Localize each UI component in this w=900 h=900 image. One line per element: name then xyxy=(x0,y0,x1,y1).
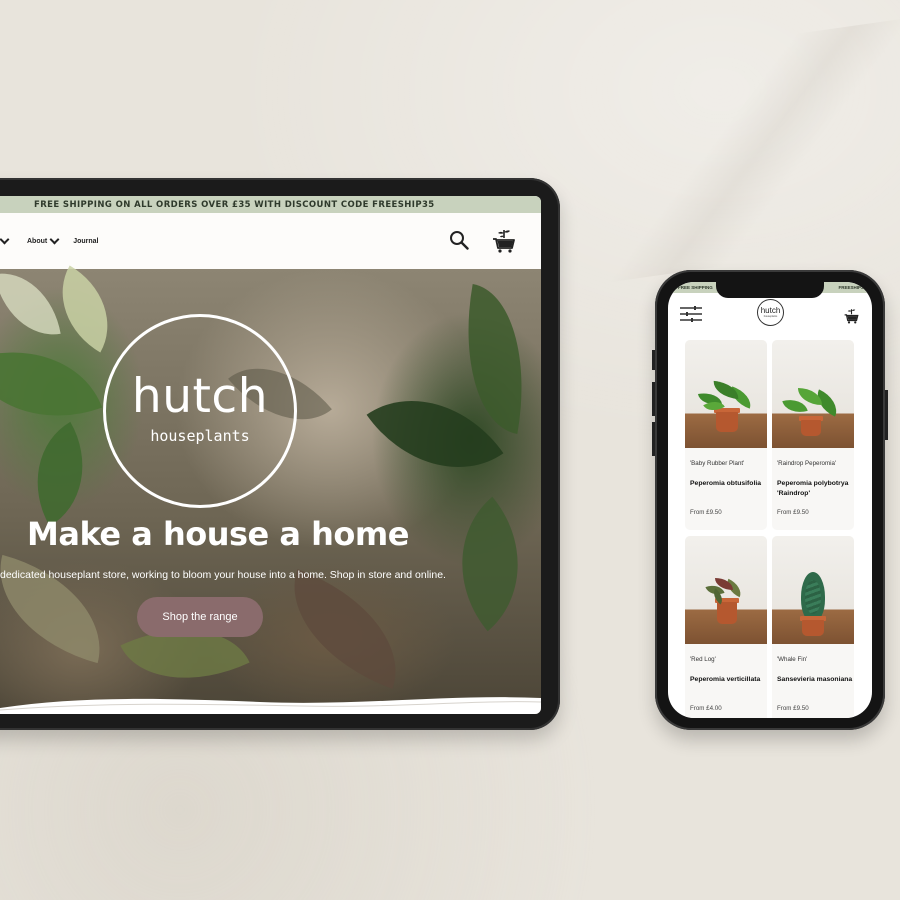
shipping-banner: FREE SHIPPING ON ALL ORDERS OVER £35 WIT… xyxy=(0,196,541,213)
foliage-decoration xyxy=(448,283,541,435)
phone-logo-subtitle: houseplants xyxy=(763,315,778,318)
product-photo xyxy=(772,340,854,448)
product-price: From £9.50 xyxy=(777,509,809,516)
nav-item-about-label: About xyxy=(27,237,48,245)
product-common-name: 'Whale Fin' xyxy=(777,656,808,663)
hero-tagline: dedicated houseplant store, working to b… xyxy=(0,569,446,581)
hero-banner: hutch houseplants Make a house a home de… xyxy=(0,264,541,714)
product-common-name: 'Baby Rubber Plant' xyxy=(690,460,745,467)
foliage-decoration xyxy=(9,421,111,527)
product-latin-name[interactable]: Peperomia obtusifolia xyxy=(690,479,766,489)
phone-header: hutch houseplants xyxy=(668,293,872,341)
product-card[interactable]: 'Raindrop Peperomia' Peperomia polybotry… xyxy=(772,340,854,530)
phone-hutch-logo[interactable]: hutch houseplants xyxy=(757,299,784,326)
hutch-logo-subtitle: houseplants xyxy=(150,427,250,445)
product-card[interactable]: 'Red Log' Peperomia verticillata From £4… xyxy=(685,536,767,718)
foliage-decoration xyxy=(270,569,420,689)
phone-banner-left: FREE SHIPPING xyxy=(678,285,713,290)
product-common-name: 'Raindrop Peperomia' xyxy=(777,460,837,467)
phone-side-button xyxy=(885,390,888,440)
phone-device: FREE SHIPPING FREESHIP35 hutch houseplan… xyxy=(652,270,888,730)
product-latin-name[interactable]: Peperomia polybotrya 'Raindrop' xyxy=(777,479,853,498)
plant-cart-icon[interactable] xyxy=(492,227,516,253)
plant-cart-icon[interactable] xyxy=(844,307,859,324)
phone-side-button xyxy=(652,382,655,416)
tablet-screen: FREE SHIPPING ON ALL ORDERS OVER £35 WIT… xyxy=(0,196,541,714)
foliage-decoration xyxy=(423,496,541,632)
background-shadow xyxy=(566,16,900,284)
foliage-decoration xyxy=(39,265,131,353)
foliage-decoration xyxy=(0,264,61,344)
product-price: From £9.50 xyxy=(777,705,809,712)
hero-wave-divider xyxy=(0,697,541,714)
shop-the-range-button[interactable]: Shop the range xyxy=(137,597,263,637)
phone-notch xyxy=(716,282,824,298)
product-common-name: 'Red Log' xyxy=(690,656,716,663)
hutch-logo-wordmark: hutch xyxy=(131,369,269,424)
product-card[interactable]: 'Baby Rubber Plant' Peperomia obtusifoli… xyxy=(685,340,767,530)
search-icon[interactable] xyxy=(449,230,469,250)
nav-item-about[interactable]: About xyxy=(27,238,59,245)
product-latin-name[interactable]: Peperomia verticillata xyxy=(690,675,766,685)
phone-banner-right: FREESHIP35 xyxy=(838,285,866,290)
nav-item-journal[interactable]: Journal xyxy=(73,238,98,245)
chevron-down-icon xyxy=(0,238,9,244)
product-photo xyxy=(685,340,767,448)
nav-links: About Journal xyxy=(0,238,99,245)
hero-headline: Make a house a home xyxy=(27,515,409,553)
product-card[interactable]: 'Whale Fin' Sansevieria masoniana From £… xyxy=(772,536,854,718)
phone-side-button xyxy=(652,350,655,370)
chevron-down-icon xyxy=(50,238,59,244)
product-photo xyxy=(685,536,767,644)
phone-logo-wordmark: hutch xyxy=(760,306,781,315)
phone-side-button xyxy=(652,422,655,456)
filter-sliders-icon[interactable] xyxy=(680,306,702,322)
product-price: From £4.00 xyxy=(690,705,722,712)
product-photo xyxy=(772,536,854,644)
tablet-device: FREE SHIPPING ON ALL ORDERS OVER £35 WIT… xyxy=(0,178,560,730)
product-latin-name[interactable]: Sansevieria masoniana xyxy=(777,675,853,685)
tablet-nav-bar: About Journal xyxy=(0,213,541,269)
nav-item-shop[interactable] xyxy=(0,238,9,244)
product-price: From £9.50 xyxy=(690,509,722,516)
phone-screen: FREE SHIPPING FREESHIP35 hutch houseplan… xyxy=(668,282,872,718)
